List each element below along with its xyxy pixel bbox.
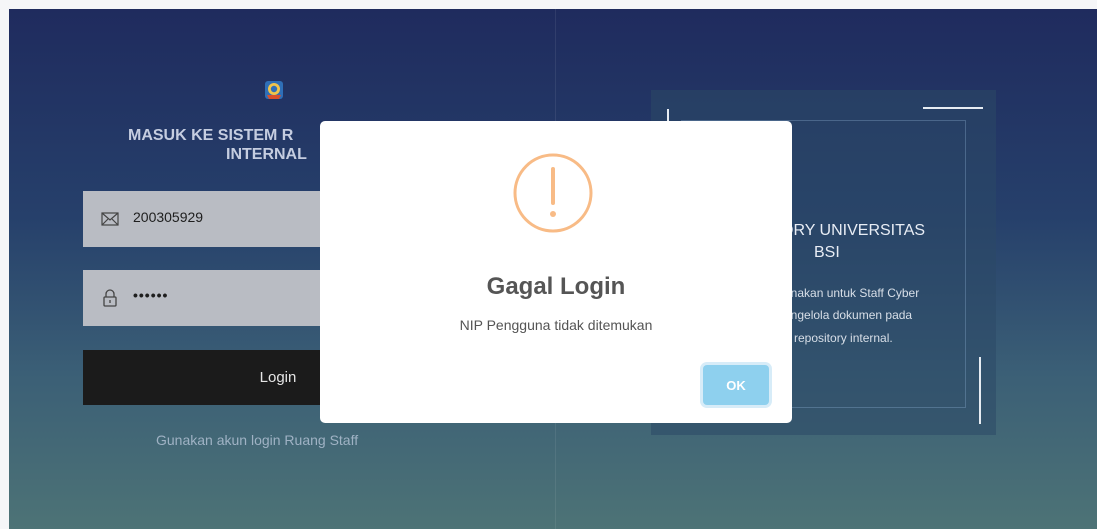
- card-title-line1: ORY UNIVERSITAS: [781, 222, 926, 239]
- card-desc-line3: repository internal.: [794, 331, 893, 345]
- card-corner-decoration: [923, 107, 983, 109]
- card-corner-decoration: [979, 357, 981, 424]
- login-hint: Gunakan akun login Ruang Staff: [156, 432, 359, 448]
- envelope-icon: [101, 212, 119, 226]
- card-title-line2: BSI: [814, 244, 840, 261]
- university-logo: [265, 81, 283, 99]
- dialog-message: NIP Pengguna tidak ditemukan: [459, 317, 653, 333]
- password-value: ••••••: [133, 287, 169, 303]
- login-title-line2: INTERNAL: [226, 146, 307, 163]
- login-title-line1: MASUK KE SISTEM R: [128, 127, 294, 144]
- dialog-title: Gagal Login: [486, 273, 626, 300]
- card-desc-line1: unakan untuk Staff Cyber: [784, 286, 920, 300]
- warning-icon: [513, 153, 593, 233]
- ok-button[interactable]: OK: [703, 365, 769, 405]
- nip-value: 200305929: [133, 209, 204, 225]
- card-desc-line2: engelola dokumen pada: [784, 308, 913, 322]
- lock-icon: [103, 289, 117, 307]
- error-dialog: Gagal Login NIP Pengguna tidak ditemukan…: [320, 121, 792, 423]
